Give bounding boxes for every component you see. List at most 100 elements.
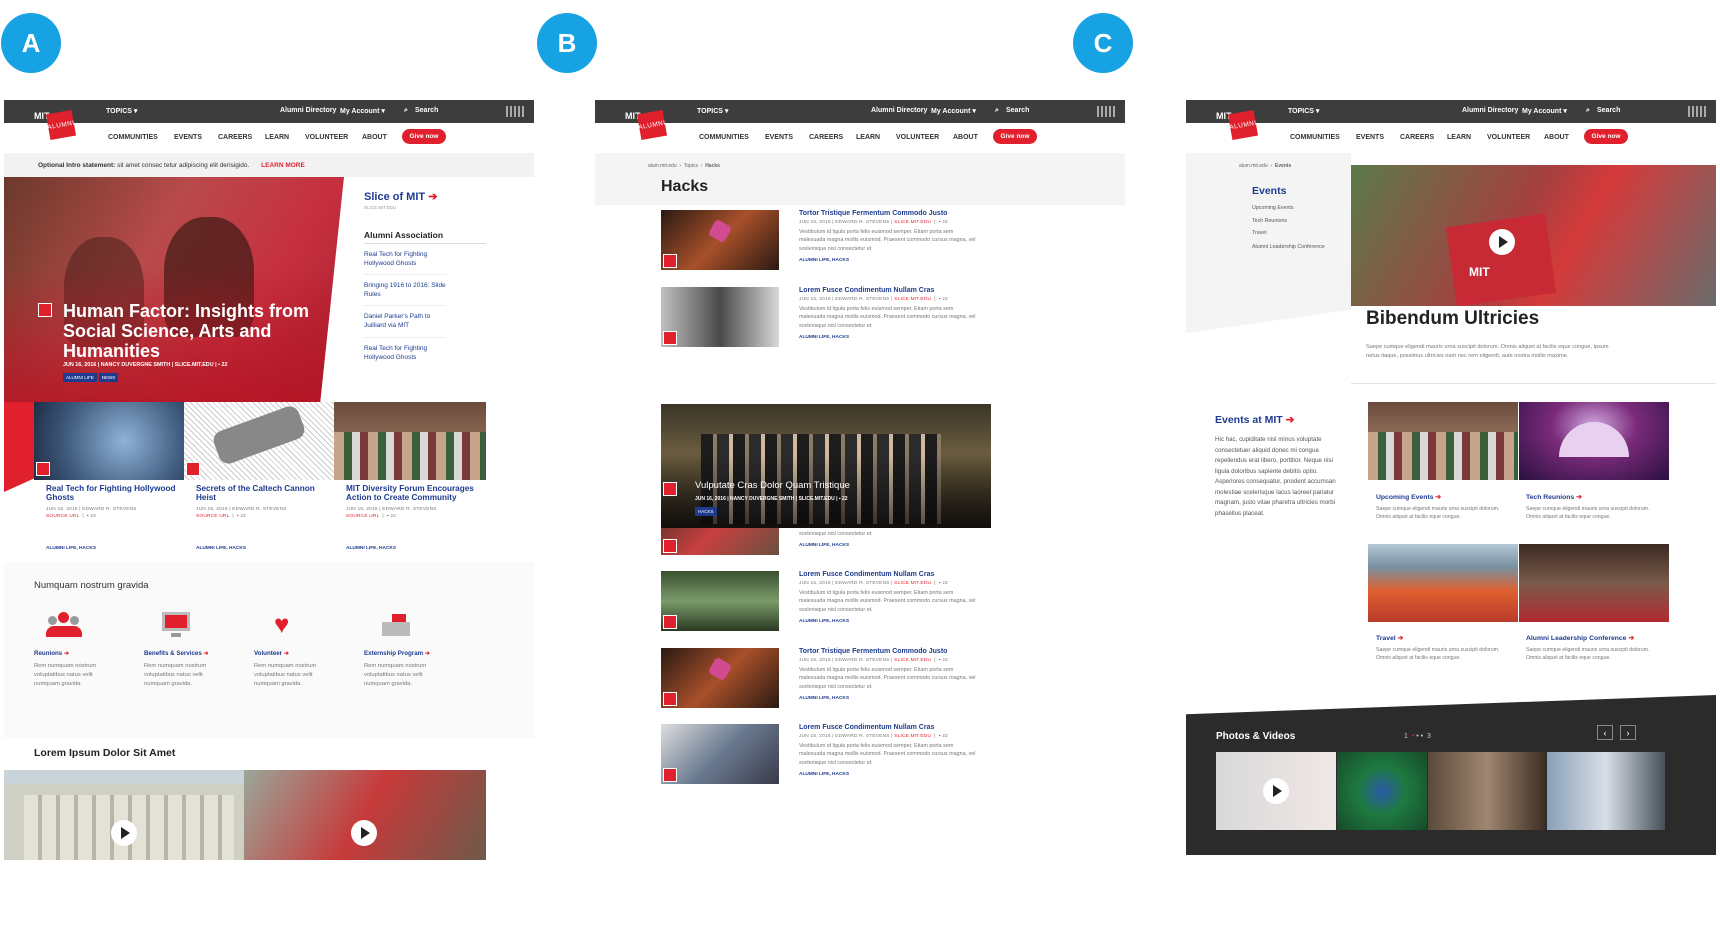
gallery-image[interactable] xyxy=(1547,752,1665,830)
nav-about[interactable]: ABOUT xyxy=(953,134,978,141)
give-now-button[interactable]: Give now xyxy=(402,129,446,144)
tile-title[interactable]: Alumni Leadership Conference ➔ xyxy=(1526,634,1662,642)
service-link[interactable]: Volunteer ➔ xyxy=(254,650,354,657)
alumni-logo[interactable]: MIT ALUMNI xyxy=(1216,108,1276,141)
item-source[interactable]: SLICE.MIT.EDU xyxy=(894,734,931,739)
item-tags[interactable]: ALUMNI LIFE, HACKS xyxy=(799,772,979,777)
slice-title[interactable]: Slice of MIT ➔ xyxy=(364,190,486,203)
learn-more-link[interactable]: LEARN MORE xyxy=(261,162,305,169)
service-link[interactable]: Reunions ➔ xyxy=(34,650,134,657)
side-link[interactable]: Upcoming Events xyxy=(1252,202,1332,215)
side-link[interactable]: Travel xyxy=(1252,227,1332,240)
item-source[interactable]: SLICE.MIT.EDU xyxy=(894,581,931,586)
nav-communities[interactable]: COMMUNITIES xyxy=(699,134,749,141)
tile-image[interactable] xyxy=(1519,544,1669,622)
parade-image[interactable] xyxy=(244,770,486,860)
list-item[interactable]: Tortor Tristique Fermentum Commodo Justo… xyxy=(799,648,979,701)
topics-menu[interactable]: TOPICS ▾ xyxy=(1288,107,1319,115)
alumni-logo[interactable]: MIT ALUMNI xyxy=(34,108,94,141)
card-source[interactable]: SOURCE URL xyxy=(46,514,79,519)
assoc-link[interactable]: Bringing 1916 to 2016: Slide Rules xyxy=(364,275,446,307)
search-link[interactable]: Search xyxy=(1006,107,1029,114)
event-tile[interactable]: Travel ➔ Saepe cumque eligendi mauris ur… xyxy=(1376,634,1512,662)
item-source[interactable]: SLICE.MIT.EDU xyxy=(894,220,931,225)
events-title[interactable]: Events at MIT ➔ xyxy=(1215,414,1294,426)
crumb[interactable]: alum.mit.edu xyxy=(1239,163,1268,169)
item-source[interactable]: SLICE.MIT.EDU xyxy=(894,297,931,302)
card-tags[interactable]: ALUMNI LIFE, HACKS xyxy=(196,546,246,551)
feature-tag[interactable]: HACKS xyxy=(695,507,717,516)
card-image[interactable] xyxy=(334,402,486,480)
tile-image[interactable] xyxy=(1519,402,1669,480)
topics-menu[interactable]: TOPICS ▾ xyxy=(106,107,137,115)
gallery-image[interactable] xyxy=(1337,752,1427,830)
hero-title[interactable]: Human Factor: Insights from Social Scien… xyxy=(63,301,313,361)
nav-events[interactable]: EVENTS xyxy=(174,134,202,141)
list-item[interactable]: Lorem Fusce Condimentum Nullam Cras JUN … xyxy=(799,724,979,777)
nav-volunteer[interactable]: VOLUNTEER xyxy=(896,134,939,141)
item-title[interactable]: Tortor Tristique Fermentum Commodo Justo xyxy=(799,210,979,217)
my-account-menu[interactable]: My Account ▾ xyxy=(340,107,385,115)
nav-learn[interactable]: LEARN xyxy=(265,134,289,141)
tile-title[interactable]: Upcoming Events ➔ xyxy=(1376,493,1512,501)
play-icon[interactable] xyxy=(111,820,137,846)
service-link[interactable]: Benefits & Services ➔ xyxy=(144,650,244,657)
item-title[interactable]: Lorem Fusce Condimentum Nullam Cras xyxy=(799,287,979,294)
item-title[interactable]: Tortor Tristique Fermentum Commodo Justo xyxy=(799,648,979,655)
events-hero-image[interactable]: MIT xyxy=(1351,165,1716,306)
item-thumbnail[interactable] xyxy=(661,571,779,631)
list-item[interactable]: Lorem Fusce Condimentum Nullam Cras JUN … xyxy=(799,571,979,624)
event-tile[interactable]: Alumni Leadership Conference ➔ Saepe cum… xyxy=(1526,634,1662,662)
assoc-link[interactable]: Real Tech for Fighting Hollywood Ghosts xyxy=(364,338,446,368)
item-tags[interactable]: ALUMNI LIFE, HACKS xyxy=(799,258,979,263)
nav-learn[interactable]: LEARN xyxy=(1447,134,1471,141)
alumni-logo[interactable]: MIT ALUMNI xyxy=(625,108,685,141)
alumni-directory-link[interactable]: Alumni Directory xyxy=(871,107,927,114)
card-tags[interactable]: ALUMNI LIFE, HACKS xyxy=(346,546,396,551)
article-card[interactable]: Secrets of the Caltech Cannon Heist JUN … xyxy=(196,484,328,519)
service-link[interactable]: Externship Program ➔ xyxy=(364,650,464,657)
article-card[interactable]: Real Tech for Fighting Hollywood Ghosts … xyxy=(46,484,178,519)
item-tags[interactable]: ALUMNI LIFE, HACKS xyxy=(799,696,979,701)
tile-title[interactable]: Travel ➔ xyxy=(1376,634,1512,642)
item-tags[interactable]: ALUMNI LIFE, HACKS xyxy=(799,619,979,624)
item-thumbnail[interactable] xyxy=(661,724,779,784)
feature-title[interactable]: Vulputate Cras Dolor Quam Tristique xyxy=(695,480,850,491)
tile-title[interactable]: Tech Reunions ➔ xyxy=(1526,493,1662,501)
side-link[interactable]: Alumni Leadership Conference xyxy=(1252,244,1332,252)
event-tile[interactable]: Upcoming Events ➔ Saepe cumque eligendi … xyxy=(1376,493,1512,521)
list-item[interactable]: Tortor Tristique Fermentum Commodo Justo… xyxy=(799,210,979,263)
feature-image[interactable]: Vulputate Cras Dolor Quam Tristique JUN … xyxy=(661,404,991,528)
alumni-directory-link[interactable]: Alumni Directory xyxy=(1462,107,1518,114)
next-arrow-icon[interactable]: › xyxy=(1620,725,1636,740)
crumb[interactable]: alum.mit.edu xyxy=(648,163,677,169)
topics-menu[interactable]: TOPICS ▾ xyxy=(697,107,728,115)
card-image[interactable] xyxy=(184,402,334,480)
hero-tag[interactable]: NEWS xyxy=(98,373,119,382)
card-title[interactable]: MIT Diversity Forum Encourages Action to… xyxy=(346,484,478,503)
pager-page[interactable]: 1 xyxy=(1404,733,1408,740)
event-tile[interactable]: Tech Reunions ➔ Saepe cumque eligendi ma… xyxy=(1526,493,1662,521)
card-title[interactable]: Real Tech for Fighting Hollywood Ghosts xyxy=(46,484,178,503)
my-account-menu[interactable]: My Account ▾ xyxy=(931,107,976,115)
item-tags[interactable]: ALUMNI LIFE, HACKS xyxy=(799,543,979,548)
side-link[interactable]: Tech Reunions xyxy=(1252,215,1332,228)
article-card[interactable]: MIT Diversity Forum Encourages Action to… xyxy=(346,484,478,519)
nav-communities[interactable]: COMMUNITIES xyxy=(1290,134,1340,141)
my-account-menu[interactable]: My Account ▾ xyxy=(1522,107,1567,115)
play-icon[interactable] xyxy=(351,820,377,846)
nav-careers[interactable]: CAREERS xyxy=(1400,134,1434,141)
nav-volunteer[interactable]: VOLUNTEER xyxy=(1487,134,1530,141)
gallery-image[interactable] xyxy=(1428,752,1546,830)
card-source[interactable]: SOURCE URL xyxy=(196,514,229,519)
search-icon[interactable]: ⌕ xyxy=(1586,107,1590,115)
item-title[interactable]: Lorem Fusce Condimentum Nullam Cras xyxy=(799,724,979,731)
item-thumbnail[interactable] xyxy=(661,287,779,347)
search-icon[interactable]: ⌕ xyxy=(404,107,408,115)
tile-image[interactable] xyxy=(1368,544,1518,622)
card-source[interactable]: SOURCE URL xyxy=(346,514,379,519)
play-icon[interactable] xyxy=(1489,229,1515,255)
hero-tag[interactable]: ALUMNI LIFE xyxy=(63,373,97,382)
item-title[interactable]: Lorem Fusce Condimentum Nullam Cras xyxy=(799,571,979,578)
nav-learn[interactable]: LEARN xyxy=(856,134,880,141)
